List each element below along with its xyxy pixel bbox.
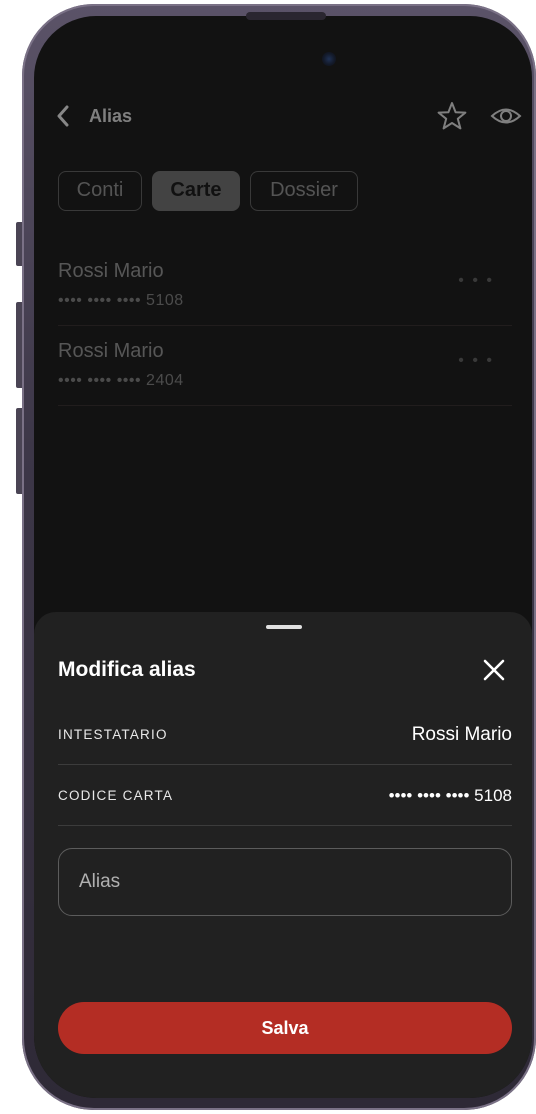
more-horizontal-icon[interactable]: • • • <box>458 352 494 370</box>
save-button[interactable]: Salva <box>58 1002 512 1054</box>
holder-label: INTESTATARIO <box>58 727 168 742</box>
card-holder-name: Rossi Mario <box>58 260 164 282</box>
edit-alias-sheet: Modifica alias INTESTATARIO Rossi Mario … <box>34 612 532 1098</box>
close-icon[interactable] <box>480 656 508 684</box>
card-number: •••• •••• •••• 5108 <box>58 292 184 309</box>
card-holder-name: Rossi Mario <box>58 340 164 362</box>
page-title: Alias <box>89 106 133 126</box>
holder-value: Rossi Mario <box>411 724 512 745</box>
tab-dossier[interactable]: Dossier <box>250 171 358 211</box>
card-list-item[interactable]: Rossi Mario •••• •••• •••• 2404 • • • <box>58 326 512 406</box>
more-horizontal-icon[interactable]: • • • <box>458 272 494 290</box>
card-code-label: CODICE CARTA <box>58 788 174 803</box>
tab-conti[interactable]: Conti <box>58 171 142 211</box>
tab-carte[interactable]: Carte <box>152 171 240 211</box>
camera-icon <box>322 52 336 66</box>
card-number: •••• •••• •••• 2404 <box>58 372 184 389</box>
alias-input[interactable] <box>58 848 512 916</box>
star-outline-icon[interactable] <box>436 100 468 132</box>
sheet-title: Modifica alias <box>58 658 196 681</box>
card-code-row: CODICE CARTA •••• •••• •••• 5108 <box>58 766 512 826</box>
speaker-grille <box>246 12 326 20</box>
card-list-item[interactable]: Rossi Mario •••• •••• •••• 5108 • • • <box>58 246 512 326</box>
sheet-drag-handle[interactable] <box>266 625 302 629</box>
device-stage: Alias Conti Carte Dossier Rossi Mario ••… <box>0 0 536 1114</box>
chevron-left-icon[interactable] <box>52 104 74 128</box>
card-code-value: •••• •••• •••• 5108 <box>388 786 512 805</box>
eye-icon[interactable] <box>490 100 522 132</box>
holder-row: INTESTATARIO Rossi Mario <box>58 705 512 765</box>
